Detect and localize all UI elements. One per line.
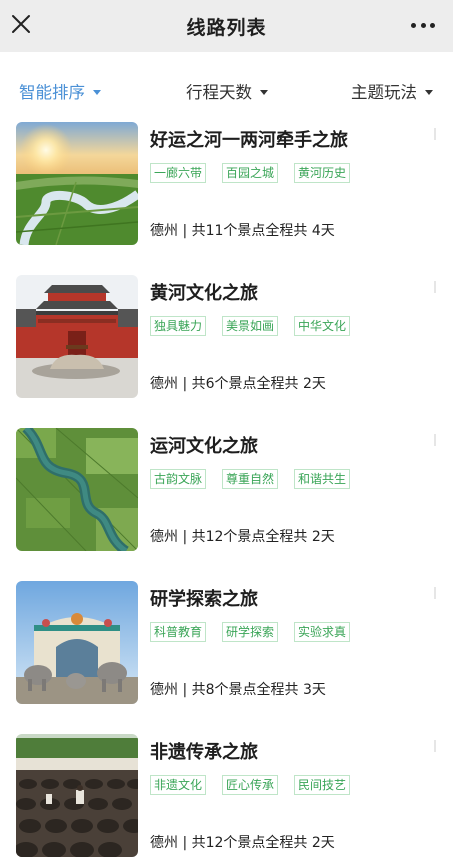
- route-tags: 一廊六带 百园之城 黄河历史: [150, 163, 366, 183]
- route-card[interactable]: 黄河文化之旅 独具魅力 美景如画 中华文化 德州 | 共6个景点全程共 2天: [0, 275, 453, 400]
- caret-down-icon: [260, 89, 268, 95]
- route-title: 好运之河一两河牵手之旅: [150, 130, 348, 151]
- page-title: 线路列表: [186, 16, 267, 39]
- route-tag: 研学探索: [222, 622, 279, 642]
- more-options-icon[interactable]: [411, 21, 435, 29]
- route-card[interactable]: 研学探索之旅 科普教育 研学探索 实验求真 德州 | 共8个景点全程共 3天: [0, 581, 453, 706]
- route-tag: 和谐共生: [294, 469, 351, 489]
- route-title: 黄河文化之旅: [150, 283, 258, 304]
- route-tag: 美景如画: [222, 316, 279, 336]
- route-card[interactable]: 非遗传承之旅 非遗文化 匠心传承 民间技艺 德州 | 共12个景点全程共 2天: [0, 734, 453, 859]
- caret-down-icon: [93, 89, 101, 95]
- route-tag: 古韵文脉: [150, 469, 207, 489]
- route-thumbnail: [16, 122, 138, 245]
- route-info: 德州 | 共12个景点全程共 2天: [150, 529, 335, 545]
- route-tag: 民间技艺: [294, 775, 351, 795]
- caret-down-icon: [425, 89, 433, 95]
- route-title: 非遗传承之旅: [150, 742, 258, 763]
- route-tags: 古韵文脉 尊重自然 和谐共生: [150, 469, 366, 489]
- route-info: 德州 | 共6个景点全程共 2天: [150, 376, 326, 392]
- route-tag: 中华文化: [294, 316, 351, 336]
- edge-divider: [434, 128, 436, 140]
- route-tag: 黄河历史: [294, 163, 351, 183]
- route-info: 德州 | 共8个景点全程共 3天: [150, 682, 326, 698]
- theme-filter[interactable]: 主题玩法: [351, 79, 433, 103]
- filter-bar: 智能排序 行程天数 主题玩法: [0, 52, 453, 124]
- route-tag: 一廊六带: [150, 163, 207, 183]
- route-tag: 独具魅力: [150, 316, 207, 336]
- route-thumbnail: [16, 275, 138, 398]
- smart-sort-label: 智能排序: [19, 83, 85, 102]
- trip-days-filter[interactable]: 行程天数: [186, 79, 268, 103]
- route-thumbnail: [16, 428, 138, 551]
- route-tag: 尊重自然: [222, 469, 279, 489]
- edge-divider: [434, 434, 436, 446]
- close-icon[interactable]: [10, 13, 32, 35]
- route-tag: 非遗文化: [150, 775, 207, 795]
- route-title: 研学探索之旅: [150, 589, 258, 610]
- trip-days-label: 行程天数: [186, 83, 252, 102]
- edge-divider: [434, 587, 436, 599]
- route-info: 德州 | 共12个景点全程共 2天: [150, 835, 335, 851]
- route-tag: 百园之城: [222, 163, 279, 183]
- route-card[interactable]: 好运之河一两河牵手之旅 一廊六带 百园之城 黄河历史 德州 | 共11个景点全程…: [0, 122, 453, 247]
- route-tag: 科普教育: [150, 622, 207, 642]
- route-info: 德州 | 共11个景点全程共 4天: [150, 223, 335, 239]
- route-tag: 实验求真: [294, 622, 351, 642]
- route-tags: 科普教育 研学探索 实验求真: [150, 622, 366, 642]
- route-title: 运河文化之旅: [150, 436, 258, 457]
- route-thumbnail: [16, 734, 138, 857]
- route-thumbnail: [16, 581, 138, 704]
- route-tag: 匠心传承: [222, 775, 279, 795]
- smart-sort-filter[interactable]: 智能排序: [19, 79, 101, 103]
- theme-label: 主题玩法: [351, 83, 417, 102]
- edge-divider: [434, 740, 436, 752]
- route-tags: 独具魅力 美景如画 中华文化: [150, 316, 366, 336]
- route-card[interactable]: 运河文化之旅 古韵文脉 尊重自然 和谐共生 德州 | 共12个景点全程共 2天: [0, 428, 453, 553]
- route-tags: 非遗文化 匠心传承 民间技艺: [150, 775, 366, 795]
- edge-divider: [434, 281, 436, 293]
- nav-bar: 线路列表: [0, 0, 453, 52]
